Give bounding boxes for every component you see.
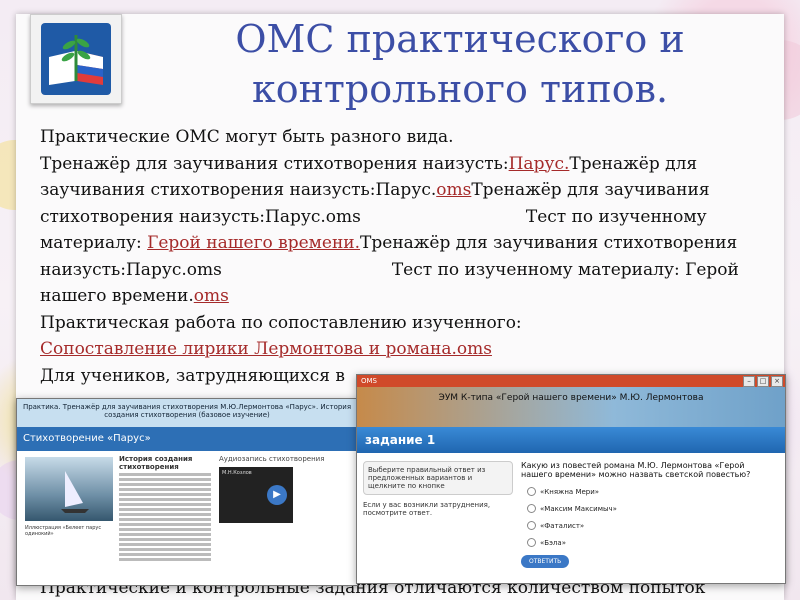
answer-button[interactable]: ОТВЕТИТЬ: [521, 555, 570, 568]
hint-text: Если у вас возникли затруднения, посмотр…: [363, 501, 491, 517]
book-emblem-icon: [41, 23, 111, 95]
audio-panel: Аудиозапись стихотворения М.Н.Козлов ▶: [219, 455, 339, 523]
text-line: нашего времени.oms: [40, 286, 229, 306]
radio-icon[interactable]: [527, 487, 536, 496]
link-oms-2[interactable]: oms: [194, 286, 229, 306]
text-line: стихотворения наизусть:Парус.oms Тест по …: [40, 206, 707, 227]
close-icon[interactable]: ×: [771, 376, 783, 387]
radio-icon[interactable]: [527, 538, 536, 547]
link-oms[interactable]: oms: [436, 180, 471, 200]
minimize-icon[interactable]: –: [743, 376, 755, 387]
link-hero[interactable]: Герой нашего времени.: [147, 233, 360, 253]
link-parus[interactable]: Парус.: [509, 154, 570, 174]
history-text: История создания стихотворения: [119, 455, 211, 585]
image-caption: Иллюстрация «Белеет парус одинокий»: [25, 525, 102, 537]
option-item[interactable]: «Бэла»: [527, 538, 777, 547]
slide-body: Практические ОМС могут быть разного вида…: [40, 124, 758, 389]
play-icon[interactable]: ▶: [267, 485, 287, 505]
sailboat-image: [25, 457, 113, 521]
instruction-box: Выберите правильный ответ из предложенны…: [363, 461, 513, 495]
window-banner: ЭУМ К-типа «Герой нашего времени» М.Ю. Л…: [357, 387, 785, 427]
text-line: заучивания стихотворения наизусть:Парус.…: [40, 180, 710, 200]
history-title: История создания стихотворения: [119, 455, 193, 471]
window-banner: Практика. Тренажёр для заучивания стихот…: [17, 399, 357, 427]
page-title: ОМС практического и контрольного типов.: [200, 14, 720, 114]
option-item[interactable]: «Княжна Мери»: [527, 487, 777, 496]
window-title: ОМS: [361, 377, 377, 385]
window-content: Иллюстрация «Белеет парус одинокий» Исто…: [17, 451, 357, 585]
title-line: ОМС практического и: [235, 17, 685, 61]
audio-portrait: М.Н.Козлов ▶: [219, 467, 293, 523]
maximize-icon[interactable]: □: [757, 376, 769, 387]
task-bar: задание 1: [357, 427, 785, 453]
text-line: Сопоставление лирики Лермонтова и романа…: [40, 336, 758, 363]
option-item[interactable]: «Фаталист»: [527, 521, 777, 530]
text-line: Практическая работа по сопоставлению изу…: [40, 312, 522, 333]
text-line: наизусть:Парус.oms Тест по изученному мат…: [40, 259, 739, 280]
text-line: Практические ОМС могут быть разного вида…: [40, 127, 454, 147]
link-comparison[interactable]: Сопоставление лирики Лермонтова и романа…: [40, 339, 492, 359]
text-line: материалу: Герой нашего времени.Тренажёр…: [40, 233, 738, 253]
question-text: Какую из повестей романа М.Ю. Лермонтова…: [521, 461, 751, 479]
option-item[interactable]: «Максим Максимыч»: [527, 504, 777, 513]
text-line: Тренажёр для заучивания стихотворения на…: [40, 153, 698, 174]
screenshot-window-parus: Практика. Тренажёр для заучивания стихот…: [16, 398, 358, 586]
question-panel: Какую из повестей романа М.Ю. Лермонтова…: [521, 461, 777, 568]
window-titlebar: ОМS – □ ×: [357, 375, 785, 387]
logo: [30, 14, 122, 104]
radio-icon[interactable]: [527, 504, 536, 513]
window-bluebar: Стихотворение «Парус»: [17, 427, 357, 451]
instructions-panel: Выберите правильный ответ из предложенны…: [363, 461, 513, 517]
audio-caption: М.Н.Козлов: [222, 470, 252, 476]
title-line: контрольного типов.: [251, 67, 669, 111]
screenshot-window-test: ОМS – □ × ЭУМ К-типа «Герой нашего време…: [356, 374, 786, 584]
radio-icon[interactable]: [527, 521, 536, 530]
audio-title: Аудиозапись стихотворения: [219, 455, 325, 463]
